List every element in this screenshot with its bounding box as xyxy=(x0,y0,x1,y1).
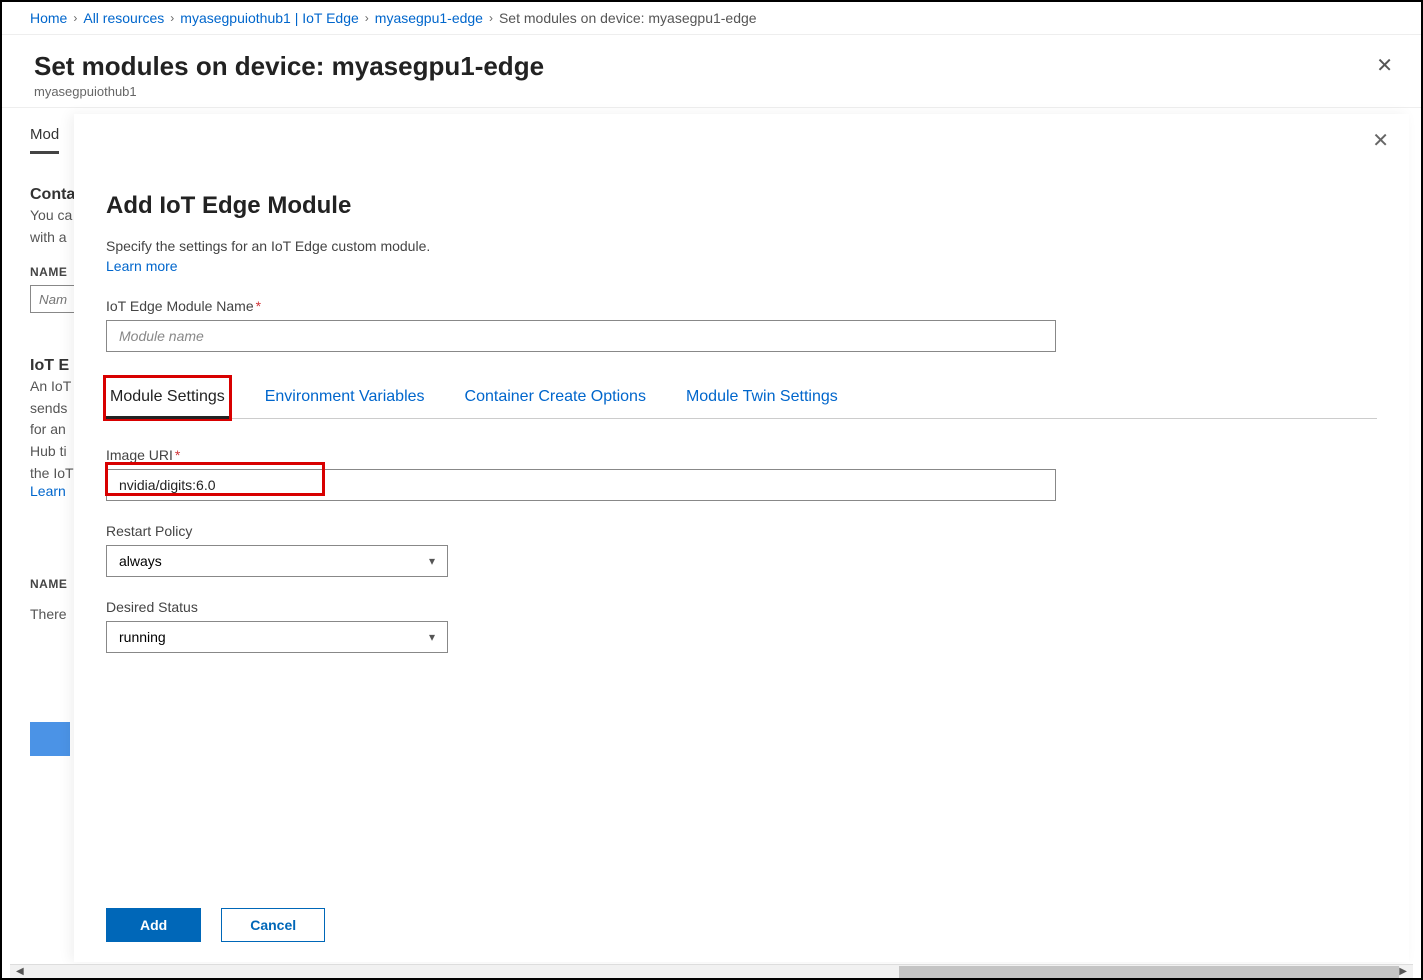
page-header: Set modules on device: myasegpu1-edge my… xyxy=(2,35,1421,108)
breadcrumb-all-resources[interactable]: All resources xyxy=(83,10,164,26)
page-title: Set modules on device: myasegpu1-edge xyxy=(34,51,1389,82)
restart-policy-value: always xyxy=(119,553,162,569)
panel-footer: Add Cancel xyxy=(106,908,325,942)
add-button[interactable]: Add xyxy=(106,908,201,942)
close-icon[interactable]: ✕ xyxy=(1372,128,1389,153)
module-name-label: IoT Edge Module Name* xyxy=(106,298,1377,314)
bg-add-button-stub[interactable] xyxy=(30,722,70,756)
breadcrumb-current: Set modules on device: myasegpu1-edge xyxy=(499,10,757,26)
chevron-down-icon: ▾ xyxy=(429,630,435,644)
restart-policy-select[interactable]: always ▾ xyxy=(106,545,448,577)
page-subtitle: myasegpuiothub1 xyxy=(34,84,1389,99)
image-uri-label: Image URI* xyxy=(106,447,1377,463)
image-uri-input[interactable] xyxy=(106,469,1056,501)
panel-description: Specify the settings for an IoT Edge cus… xyxy=(106,238,1377,254)
desired-status-value: running xyxy=(119,629,166,645)
scrollbar-thumb[interactable] xyxy=(899,966,1399,978)
panel-tabs: Module Settings Environment Variables Co… xyxy=(106,378,1377,419)
scroll-left-icon[interactable]: ◀ xyxy=(12,966,28,977)
tab-module-settings[interactable]: Module Settings xyxy=(106,378,229,418)
desired-status-select[interactable]: running ▾ xyxy=(106,621,448,653)
breadcrumb: Home › All resources › myasegpuiothub1 |… xyxy=(2,2,1421,35)
breadcrumb-edge-device[interactable]: myasegpu1-edge xyxy=(375,10,483,26)
add-module-panel: ✕ Add IoT Edge Module Specify the settin… xyxy=(74,114,1409,962)
tab-env-vars[interactable]: Environment Variables xyxy=(261,378,429,418)
close-icon[interactable]: ✕ xyxy=(1376,53,1393,78)
chevron-right-icon: › xyxy=(73,11,77,25)
chevron-right-icon: › xyxy=(489,11,493,25)
desired-status-label: Desired Status xyxy=(106,599,1377,615)
cancel-button[interactable]: Cancel xyxy=(221,908,325,942)
panel-title: Add IoT Edge Module xyxy=(106,192,1377,220)
bg-learn-link[interactable]: Learn xyxy=(30,483,66,499)
chevron-down-icon: ▾ xyxy=(429,554,435,568)
restart-policy-label: Restart Policy xyxy=(106,523,1377,539)
breadcrumb-iothub[interactable]: myasegpuiothub1 | IoT Edge xyxy=(180,10,359,26)
breadcrumb-home[interactable]: Home xyxy=(30,10,67,26)
tab-modules-stub[interactable]: Mod xyxy=(30,126,59,154)
chevron-right-icon: › xyxy=(365,11,369,25)
chevron-right-icon: › xyxy=(170,11,174,25)
learn-more-link[interactable]: Learn more xyxy=(106,258,178,274)
tab-module-twin[interactable]: Module Twin Settings xyxy=(682,378,842,418)
horizontal-scrollbar[interactable]: ◀ ▶ xyxy=(10,964,1413,978)
module-name-input[interactable] xyxy=(106,320,1056,352)
tab-container-create[interactable]: Container Create Options xyxy=(461,378,650,418)
